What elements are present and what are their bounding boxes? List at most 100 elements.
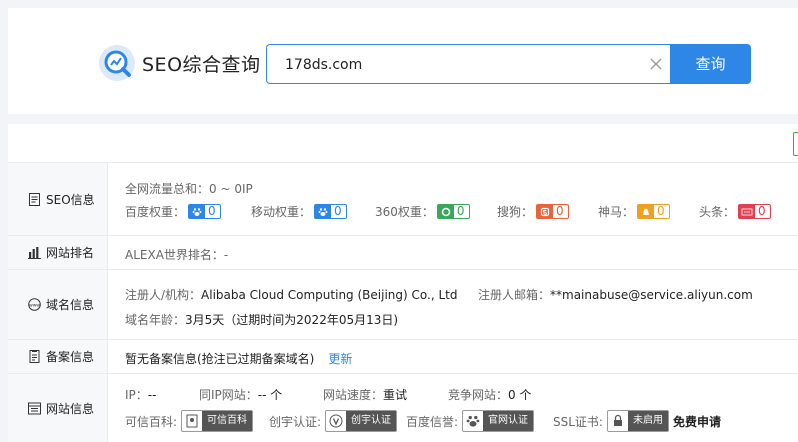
weight-label: 360权重： <box>375 205 434 219</box>
weight-value: 0 <box>456 204 465 218</box>
registrant-value: Alibaba Cloud Computing (Beijing) Co., L… <box>201 287 458 302</box>
360-weight-badge[interactable]: 0 <box>436 204 470 219</box>
toutiao-weight-badge[interactable]: 0 <box>738 204 771 219</box>
icp-line: 暂无备案信息(抢注已过期备案域名) 更新 <box>125 350 352 367</box>
clear-icon[interactable] <box>650 58 662 70</box>
competitor-stat: 竞争网站： 0 个 <box>448 386 531 403</box>
weight-value: 0 <box>556 204 564 218</box>
sogou-weight-badge[interactable]: 0 <box>536 204 569 219</box>
weights-line: 百度权重： 0 移动权重： 0 360权重： 0 搜狗： 0 神马： 0 头条：… <box>125 203 785 223</box>
search-box <box>266 44 670 85</box>
ip-stat: IP： -- <box>125 386 156 403</box>
baidu-credit-badge[interactable]: 官网认证 <box>462 410 535 432</box>
competitor-label: 竞争网站： <box>448 388 509 402</box>
seo-label: SEO信息 <box>46 192 95 207</box>
baidu-paw-icon <box>189 205 206 218</box>
sogou-weight: 搜狗： 0 <box>497 203 569 220</box>
ssl-cert: SSL证书: 未启用 免费申请 <box>553 410 721 432</box>
info-panel: SEO信息 全网流量总和： 0 ~ 0IP 百度权重： 0 移动权重： 0 36… <box>8 124 798 442</box>
weight-label: 头条： <box>699 205 736 219</box>
cert-line: 可信百科: 可信百科 创宇认证: 创宇认证 百度信誉: 官网认证 SSL证书: … <box>125 410 765 434</box>
search-card: SEO综合查询 查询 <box>8 8 798 114</box>
baike-badge-text: 可信百科 <box>202 411 253 431</box>
weight-label: 百度权重： <box>125 205 186 219</box>
shenma-weight-badge[interactable]: 0 <box>637 204 670 219</box>
icp-row: 备案信息 暂无备案信息(抢注已过期备案域名) 更新 <box>8 339 798 373</box>
360-weight: 360权重： 0 <box>375 203 470 220</box>
icp-refresh-link[interactable]: 更新 <box>328 350 352 367</box>
age-value: 3月5天（过期时间为2022年05月13日) <box>185 313 399 327</box>
domain-row-head: www 域名信息 <box>8 270 108 339</box>
toutiao-weight: 头条： 0 <box>699 203 771 220</box>
record-icon <box>29 350 40 363</box>
alexa-label: ALEXA世界排名： <box>125 248 224 262</box>
ip-value: -- <box>147 387 157 402</box>
baidu-weight: 百度权重： 0 <box>125 203 221 220</box>
logo-text: SEO综合查询 <box>142 53 261 76</box>
panel-corner-mark <box>793 132 798 156</box>
traffic-line: 全网流量总和： 0 ~ 0IP <box>125 180 253 197</box>
lock-icon <box>608 411 628 431</box>
speed-label: 网站速度： <box>323 388 384 402</box>
same-ip-label: 同IP网站： <box>199 388 258 402</box>
ip-label: IP： <box>125 388 148 402</box>
alexa-line: ALEXA世界排名： - <box>125 246 228 263</box>
baidu-credit-badge-text: 官网认证 <box>483 411 534 431</box>
toutiao-icon <box>739 205 756 218</box>
speed-retry-link[interactable]: 重试 <box>383 386 407 403</box>
icp-status: 暂无备案信息(抢注已过期备案域名) <box>125 352 315 366</box>
baidu-weight-badge[interactable]: 0 <box>188 204 221 219</box>
seo-row: SEO信息 全网流量总和： 0 ~ 0IP 百度权重： 0 移动权重： 0 36… <box>8 162 798 235</box>
mobile-weight-badge[interactable]: 0 <box>314 204 347 219</box>
chuangyu-label: 创宇认证: <box>269 414 322 429</box>
registrant-line: 注册人/机构： Alibaba Cloud Computing (Beijing… <box>125 286 457 303</box>
baidu-credit-label: 百度信誉: <box>406 414 459 429</box>
search-input[interactable] <box>283 45 637 85</box>
email-value: **mainabuse@service.aliyun.com <box>550 287 753 302</box>
traffic-value: 0 ~ 0IP <box>209 181 253 196</box>
chuangyu-cert: 创宇认证: 创宇认证 <box>269 410 398 432</box>
baidu-credit-cert: 百度信誉: 官网认证 <box>406 410 535 432</box>
age-line: 域名年龄： 3月5天（过期时间为2022年05月13日) <box>125 311 398 328</box>
weight-value: 0 <box>334 204 342 218</box>
ssl-label: SSL证书: <box>553 414 603 429</box>
competitor-value: 0 个 <box>508 388 532 402</box>
ssl-apply-link[interactable]: 免费申请 <box>673 413 721 430</box>
same-ip-stat: 同IP网站： -- 个 <box>199 386 282 403</box>
shenma-icon <box>638 205 655 218</box>
traffic-label: 全网流量总和： <box>125 182 210 196</box>
mobile-weight: 移动权重： 0 <box>251 203 347 220</box>
weight-label: 搜狗： <box>497 205 534 219</box>
same-ip-value: -- 个 <box>257 388 283 402</box>
baike-cert: 可信百科: 可信百科 <box>125 410 254 432</box>
website-icon <box>28 402 41 414</box>
shield-v-icon <box>326 411 346 431</box>
seo-logo-icon <box>99 45 135 81</box>
registrant-label: 注册人/机构： <box>125 288 202 302</box>
baike-badge[interactable]: 可信百科 <box>181 410 254 432</box>
site-stats-line: IP： -- 同IP网站： -- 个 网站速度： 重试 竞争网站： 0 个 <box>125 386 725 403</box>
weight-value: 0 <box>657 204 665 218</box>
chuangyu-badge-text: 创宇认证 <box>346 411 397 431</box>
domain-label: 域名信息 <box>46 298 95 312</box>
icp-row-head: 备案信息 <box>8 340 108 373</box>
email-line: 注册人邮箱： **mainabuse@service.aliyun.com <box>478 286 753 303</box>
rank-row: 网站排名 ALEXA世界排名： - <box>8 235 798 269</box>
www-globe-icon: www <box>28 298 41 311</box>
seo-row-head: SEO信息 <box>8 163 108 235</box>
alexa-value: - <box>223 247 229 262</box>
search-button[interactable]: 查询 <box>670 44 751 84</box>
ssl-badge[interactable]: 未启用 <box>606 410 669 432</box>
bar-chart-icon <box>28 247 41 259</box>
logo[interactable]: SEO综合查询 <box>98 44 261 82</box>
chuangyu-badge[interactable]: 创宇认证 <box>325 410 398 432</box>
age-label: 域名年龄： <box>125 313 186 327</box>
ssl-badge-text: 未启用 <box>627 411 668 431</box>
weight-label: 移动权重： <box>251 205 312 219</box>
svg-text:www: www <box>29 303 40 308</box>
icp-label: 备案信息 <box>46 350 95 364</box>
weight-value: 0 <box>208 204 216 218</box>
weight-value: 0 <box>758 204 766 218</box>
document-icon <box>29 192 40 206</box>
speed-stat: 网站速度： 重试 <box>323 386 407 403</box>
